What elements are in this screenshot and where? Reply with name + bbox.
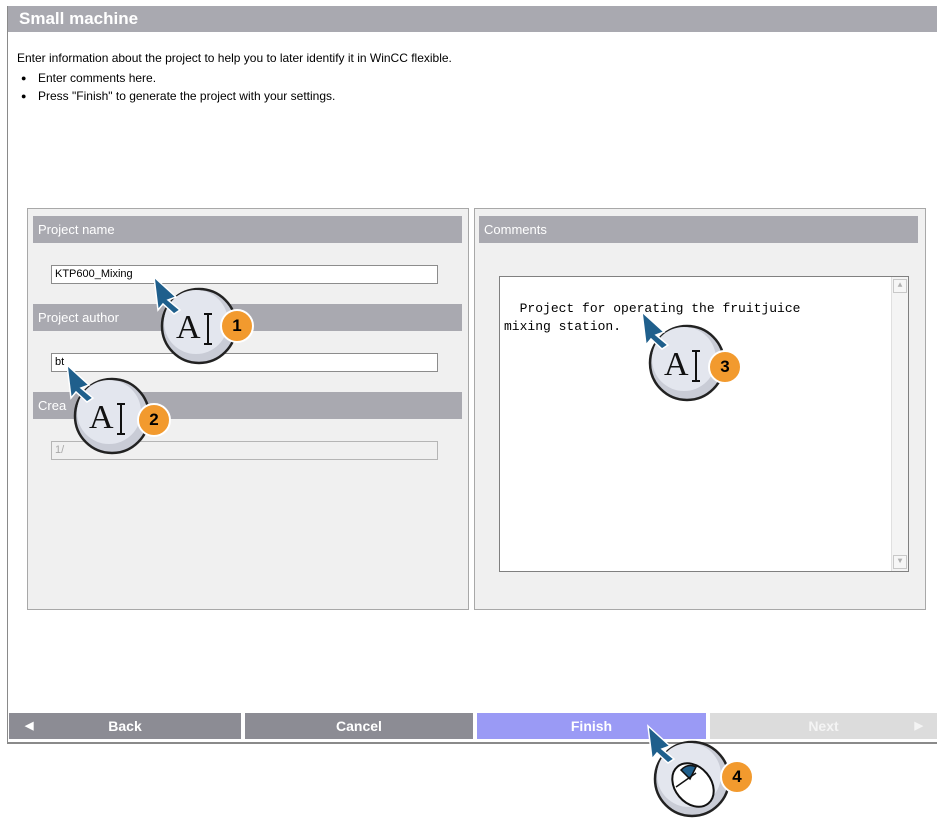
window-bottom-border: [7, 742, 937, 744]
step-badge: 2: [137, 403, 171, 437]
finish-label: Finish: [570, 718, 613, 734]
svg-text:A: A: [664, 346, 689, 383]
step-badge: 4: [720, 760, 754, 794]
window-title: Small machine: [8, 6, 937, 32]
back-button[interactable]: ◀ Back: [9, 713, 241, 739]
scroll-up-icon[interactable]: ▲: [893, 279, 907, 293]
step-badge: 1: [220, 309, 254, 343]
cancel-button[interactable]: Cancel: [245, 713, 473, 739]
next-label: Next: [808, 718, 839, 734]
comments-header: Comments: [479, 216, 918, 243]
scroll-down-icon[interactable]: ▼: [893, 555, 907, 569]
intro-bullet: Enter comments here.: [17, 69, 452, 87]
intro-text: Enter information about the project to h…: [17, 51, 452, 105]
back-label: Back: [108, 718, 142, 734]
comments-scrollbar[interactable]: ▲ ▼: [891, 277, 908, 571]
svg-text:A: A: [89, 399, 114, 436]
cancel-label: Cancel: [336, 718, 382, 734]
left-arrow-icon: ◀: [25, 720, 34, 732]
intro-bullets: Enter comments here. Press "Finish" to g…: [17, 69, 452, 105]
step-badge: 3: [708, 350, 742, 384]
right-arrow-icon: ▶: [914, 720, 923, 732]
intro-paragraph: Enter information about the project to h…: [17, 51, 452, 65]
svg-text:A: A: [176, 309, 201, 346]
project-name-header: Project name: [33, 216, 462, 243]
intro-bullet: Press "Finish" to generate the project w…: [17, 87, 452, 105]
